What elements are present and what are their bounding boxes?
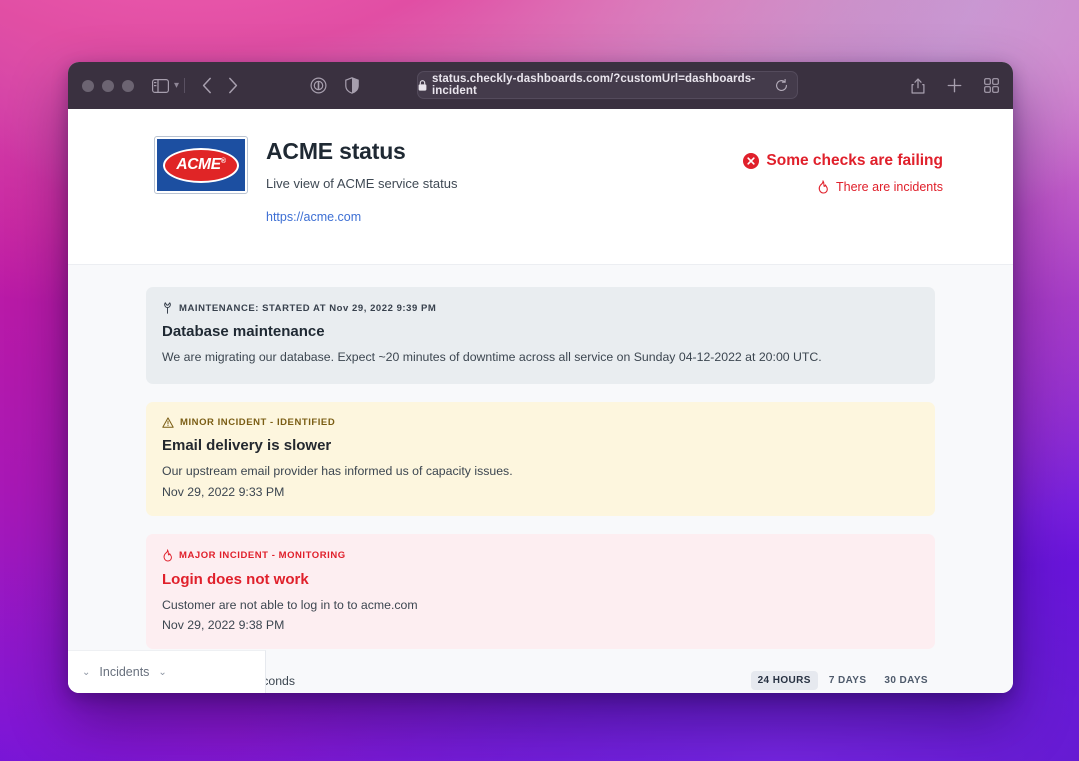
card-kicker: MAJOR INCIDENT - MONITORING: [162, 549, 919, 562]
card-title: Email delivery is slower: [162, 437, 919, 454]
flame-icon: [162, 549, 173, 562]
browser-toolbar: ▾: [68, 62, 1013, 109]
incident-cards: MAINTENANCE: STARTED AT Nov 29, 2022 9:3…: [68, 265, 1013, 649]
window-controls: [82, 80, 134, 92]
card-kicker: MINOR INCIDENT - IDENTIFIED: [162, 417, 919, 428]
minor-incident-card[interactable]: MINOR INCIDENT - IDENTIFIED Email delive…: [146, 402, 935, 516]
card-body: Our upstream email provider has informed…: [162, 463, 919, 481]
header-status-block: Some checks are failing There are incide…: [743, 137, 943, 264]
range-tab-24-hours[interactable]: 24 HOURS: [751, 671, 818, 690]
browser-window: ▾: [68, 62, 1013, 693]
forward-button[interactable]: [228, 77, 238, 94]
page-subtitle: Live view of ACME service status: [266, 176, 457, 191]
incidents-status: There are incidents: [743, 180, 943, 194]
lock-icon: [418, 80, 427, 91]
page-title: ACME status: [266, 138, 457, 165]
major-incident-card[interactable]: MAJOR INCIDENT - MONITORING Login does n…: [146, 534, 935, 650]
close-window-button[interactable]: [82, 80, 94, 92]
incidents-bottom-bar[interactable]: ⌄ Incidents ⌄: [68, 650, 266, 693]
privacy-shield-icon[interactable]: [345, 77, 359, 94]
status-page-header: ACME® ACME status Live view of ACME serv…: [68, 109, 1013, 265]
maximize-window-button[interactable]: [122, 80, 134, 92]
card-timestamp: Nov 29, 2022 9:38 PM: [162, 618, 919, 632]
sidebar-chevron-down-icon[interactable]: ▾: [174, 80, 179, 91]
card-kicker-text: MINOR INCIDENT - IDENTIFIED: [180, 417, 335, 428]
checks-failing-status: Some checks are failing: [743, 152, 943, 170]
card-body: We are migrating our database. Expect ~2…: [162, 349, 919, 367]
wrench-icon: [162, 302, 173, 314]
x-circle-icon: [743, 153, 759, 169]
range-tab-7-days[interactable]: 7 DAYS: [822, 671, 874, 690]
card-kicker-text: MAINTENANCE: STARTED AT Nov 29, 2022 9:3…: [179, 303, 436, 314]
card-timestamp: Nov 29, 2022 9:33 PM: [162, 485, 919, 499]
card-title: Database maintenance: [162, 323, 919, 340]
flame-icon: [817, 180, 829, 194]
share-icon[interactable]: [911, 77, 925, 94]
warning-triangle-icon: [162, 417, 174, 428]
status-page: ACME® ACME status Live view of ACME serv…: [68, 109, 1013, 693]
site-link[interactable]: https://acme.com: [266, 210, 457, 224]
acme-logo: ACME®: [155, 137, 247, 193]
toolbar-divider: [184, 78, 185, 93]
logo-ellipse: ACME®: [163, 148, 239, 183]
checks-failing-text: Some checks are failing: [766, 152, 943, 170]
incidents-bottom-bar-label: Incidents: [99, 665, 149, 679]
logo-text: ACME®: [176, 156, 225, 174]
maintenance-card[interactable]: MAINTENANCE: STARTED AT Nov 29, 2022 9:3…: [146, 287, 935, 384]
header-text-block: ACME status Live view of ACME service st…: [266, 137, 457, 264]
chevron-down-icon[interactable]: ⌄: [82, 667, 90, 678]
toolbar-right-actions: [911, 77, 999, 94]
chevron-down-icon[interactable]: ⌄: [158, 667, 166, 678]
incidents-status-text: There are incidents: [836, 180, 943, 194]
back-button[interactable]: [202, 77, 212, 94]
address-bar-url: status.checkly-dashboards.com/?customUrl…: [432, 73, 797, 97]
sidebar-toggle-icon[interactable]: [152, 79, 169, 93]
card-kicker: MAINTENANCE: STARTED AT Nov 29, 2022 9:3…: [162, 302, 919, 314]
minimize-window-button[interactable]: [102, 80, 114, 92]
new-tab-plus-icon[interactable]: [947, 78, 962, 93]
card-body: Customer are not able to log in to to ac…: [162, 597, 919, 615]
address-bar[interactable]: status.checkly-dashboards.com/?customUrl…: [417, 71, 798, 99]
reload-icon[interactable]: [775, 79, 788, 92]
card-title: Login does not work: [162, 571, 919, 588]
tab-grid-icon[interactable]: [984, 78, 999, 93]
reader-mode-icon[interactable]: [310, 77, 327, 94]
card-kicker-text: MAJOR INCIDENT - MONITORING: [179, 550, 346, 561]
time-range-tabs: 24 HOURS 7 DAYS 30 DAYS: [751, 671, 935, 690]
range-tab-30-days[interactable]: 30 DAYS: [877, 671, 935, 690]
